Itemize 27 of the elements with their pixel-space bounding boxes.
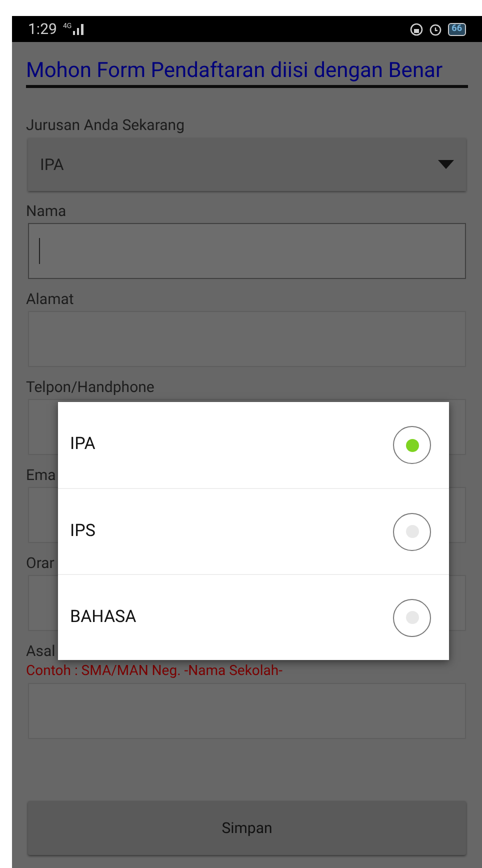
dropdown-caret-icon [438,160,454,169]
field-label: Telpon/Handphone [26,377,154,397]
field-label: Orar [26,553,54,573]
alarm-icon [428,22,442,36]
field-label: Nama [26,201,66,221]
field-label: Asal [26,641,56,661]
battery-indicator: 66 [448,22,466,36]
text-field[interactable] [28,223,466,279]
radio-button[interactable] [393,426,431,464]
dialog-option[interactable]: IPA [58,402,449,488]
form-title: Mohon Form Pendaftaran diisi dengan Benar [26,58,468,88]
option-label: IPS [70,520,96,543]
lock-rotation-icon [410,22,423,36]
radio-button[interactable] [393,598,431,636]
dialog-option[interactable]: IPS [58,488,449,574]
text-cursor [39,238,40,264]
option-label: IPA [70,433,96,456]
field-hint: Contoh : SMA/MAN Neg. -Nama Sekolah- [26,662,282,681]
radio-button[interactable] [393,512,431,550]
field-label: Alamat [26,289,74,309]
radio-dot-selected [406,438,418,452]
field-label: Jurusan Anda Sekarang [26,115,184,135]
status-time: 1:29 [28,18,57,40]
field-label: Ema [26,465,56,485]
dialog-option[interactable]: BAHASA [58,574,449,660]
option-label: BAHASA [70,606,136,629]
signal-icon [72,24,85,34]
